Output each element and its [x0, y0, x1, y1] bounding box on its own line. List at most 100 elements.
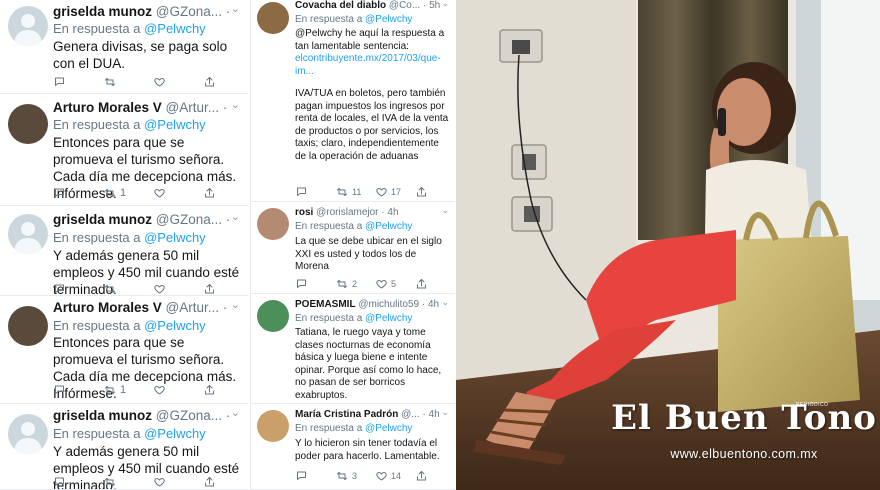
- tweet-header: griselda munoz @GZona... · 4h: [53, 212, 230, 227]
- reply-button[interactable]: [295, 186, 335, 198]
- author-name[interactable]: rosi: [295, 207, 313, 218]
- tweet-card[interactable]: Arturo Morales V @Artur... · 3h⌄ En respu…: [0, 296, 248, 404]
- author-name[interactable]: griselda munoz: [53, 212, 152, 227]
- reply-handle-link[interactable]: @Pelwchy: [365, 14, 412, 25]
- retweet-button[interactable]: 3: [335, 470, 375, 482]
- reply-button[interactable]: [53, 283, 103, 295]
- reply-handle-link[interactable]: @Pelwchy: [144, 318, 206, 333]
- reply-handle-link[interactable]: @Pelwchy: [144, 21, 206, 36]
- avatar[interactable]: [8, 214, 48, 254]
- tweet-time[interactable]: · 4h: [422, 299, 439, 310]
- like-button[interactable]: 14: [375, 470, 415, 482]
- author-handle[interactable]: @GZona...: [156, 408, 222, 423]
- chevron-down-icon[interactable]: ⌄: [231, 2, 240, 15]
- author-handle[interactable]: @michulito59: [358, 299, 419, 310]
- reply-button[interactable]: [53, 476, 103, 488]
- chevron-down-icon[interactable]: ⌄: [231, 298, 240, 311]
- tweet-time[interactable]: · 4h: [422, 409, 439, 420]
- author-handle[interactable]: @Co...: [389, 0, 420, 11]
- reply-handle-link[interactable]: @Pelwchy: [144, 117, 206, 132]
- retweet-button[interactable]: 11: [335, 186, 375, 198]
- reply-button[interactable]: [295, 470, 335, 482]
- tweet-header: Arturo Morales V @Artur... · 3h: [53, 100, 230, 115]
- avatar[interactable]: [8, 414, 48, 454]
- author-handle[interactable]: @...: [401, 409, 420, 420]
- retweet-button[interactable]: [103, 283, 153, 295]
- avatar[interactable]: [257, 300, 289, 332]
- retweet-button[interactable]: 1: [103, 187, 153, 199]
- reply-handle-link[interactable]: @Pelwchy: [144, 230, 206, 245]
- retweet-button[interactable]: [103, 76, 153, 88]
- author-handle[interactable]: @GZona...: [156, 4, 222, 19]
- avatar[interactable]: [257, 2, 289, 34]
- author-name[interactable]: Arturo Morales V: [53, 300, 162, 315]
- share-button[interactable]: [415, 186, 455, 198]
- brand-url: www.elbuentono.com.mx: [670, 447, 818, 461]
- author-handle[interactable]: @GZona...: [156, 212, 222, 227]
- chevron-down-icon[interactable]: ⌄: [441, 407, 449, 418]
- tweet-card[interactable]: griselda munoz @GZona... · 4h⌄ En respues…: [0, 0, 248, 94]
- like-button[interactable]: [153, 187, 203, 199]
- like-button[interactable]: [153, 476, 203, 488]
- tweet-time[interactable]: · 4h: [226, 408, 230, 423]
- avatar[interactable]: [257, 410, 289, 442]
- chevron-down-icon[interactable]: ⌄: [441, 205, 449, 216]
- tweet-time[interactable]: · 4h: [226, 212, 230, 227]
- author-handle[interactable]: @rorislamejor: [316, 207, 378, 218]
- avatar[interactable]: [8, 306, 48, 346]
- tweet-time[interactable]: · 3h: [223, 300, 230, 315]
- reply-button[interactable]: [53, 384, 103, 396]
- tweet-card[interactable]: griselda munoz @GZona... · 4h⌄ En respues…: [0, 404, 248, 490]
- like-button[interactable]: 5: [375, 278, 415, 290]
- share-button[interactable]: [415, 278, 455, 290]
- like-button[interactable]: [153, 384, 203, 396]
- retweet-button[interactable]: [103, 476, 153, 488]
- tweet-time[interactable]: · 5h: [423, 0, 440, 11]
- author-handle[interactable]: @Artur...: [166, 100, 219, 115]
- chevron-down-icon[interactable]: ⌄: [231, 406, 240, 419]
- reply-button[interactable]: [295, 278, 335, 290]
- author-name[interactable]: POEMASMIL: [295, 299, 356, 310]
- tweet-card[interactable]: Covacha del diablo @Co... · 5h ⌄ En respue…: [251, 0, 455, 202]
- share-button[interactable]: [203, 187, 248, 199]
- retweet-button[interactable]: 2: [335, 278, 375, 290]
- tweet-card[interactable]: rosi @rorislamejor · 4h ⌄ En respuesta a @…: [251, 202, 455, 294]
- tweet-time[interactable]: · 4h: [381, 207, 398, 218]
- like-button[interactable]: [153, 76, 203, 88]
- reply-handle-link[interactable]: @Pelwchy: [144, 426, 206, 441]
- share-button[interactable]: [415, 470, 455, 482]
- tweet-card[interactable]: POEMASMIL @michulito59 · 4h ⌄ En respuesta…: [251, 294, 455, 404]
- author-name[interactable]: María Cristina Padrón: [295, 409, 398, 420]
- share-button[interactable]: [203, 283, 248, 295]
- reply-button[interactable]: [53, 187, 103, 199]
- tweet-card[interactable]: María Cristina Padrón @... · 4h ⌄ En respu…: [251, 404, 455, 490]
- avatar[interactable]: [8, 104, 48, 144]
- retweet-icon: [103, 76, 117, 88]
- share-button[interactable]: [203, 384, 248, 396]
- author-name[interactable]: griselda munoz: [53, 408, 152, 423]
- reply-button[interactable]: [53, 76, 103, 88]
- tweet-card[interactable]: Arturo Morales V @Artur... · 3h⌄ En respu…: [0, 94, 248, 206]
- author-name[interactable]: Arturo Morales V: [53, 100, 162, 115]
- avatar[interactable]: [257, 208, 289, 240]
- like-button[interactable]: [153, 283, 203, 295]
- like-button[interactable]: 17: [375, 186, 415, 198]
- chevron-down-icon[interactable]: ⌄: [231, 98, 240, 111]
- retweet-button[interactable]: 1: [103, 384, 153, 396]
- chevron-down-icon[interactable]: ⌄: [231, 210, 240, 223]
- tweet-time[interactable]: · 4h: [226, 4, 230, 19]
- author-name[interactable]: griselda munoz: [53, 4, 152, 19]
- chevron-down-icon[interactable]: ⌄: [441, 0, 449, 9]
- tweet-card[interactable]: griselda munoz @GZona... · 4h⌄ En respues…: [0, 206, 248, 296]
- share-button[interactable]: [203, 76, 248, 88]
- reply-handle-link[interactable]: @Pelwchy: [365, 423, 412, 434]
- avatar[interactable]: [8, 6, 48, 46]
- author-name[interactable]: Covacha del diablo: [295, 0, 386, 11]
- tweet-link[interactable]: elcontribuyente.mx/2017/03/que-im...: [295, 53, 441, 77]
- reply-handle-link[interactable]: @Pelwchy: [365, 313, 412, 324]
- chevron-down-icon[interactable]: ⌄: [441, 297, 449, 308]
- author-handle[interactable]: @Artur...: [166, 300, 219, 315]
- reply-handle-link[interactable]: @Pelwchy: [365, 221, 412, 232]
- share-button[interactable]: [203, 476, 248, 488]
- tweet-time[interactable]: · 3h: [223, 100, 230, 115]
